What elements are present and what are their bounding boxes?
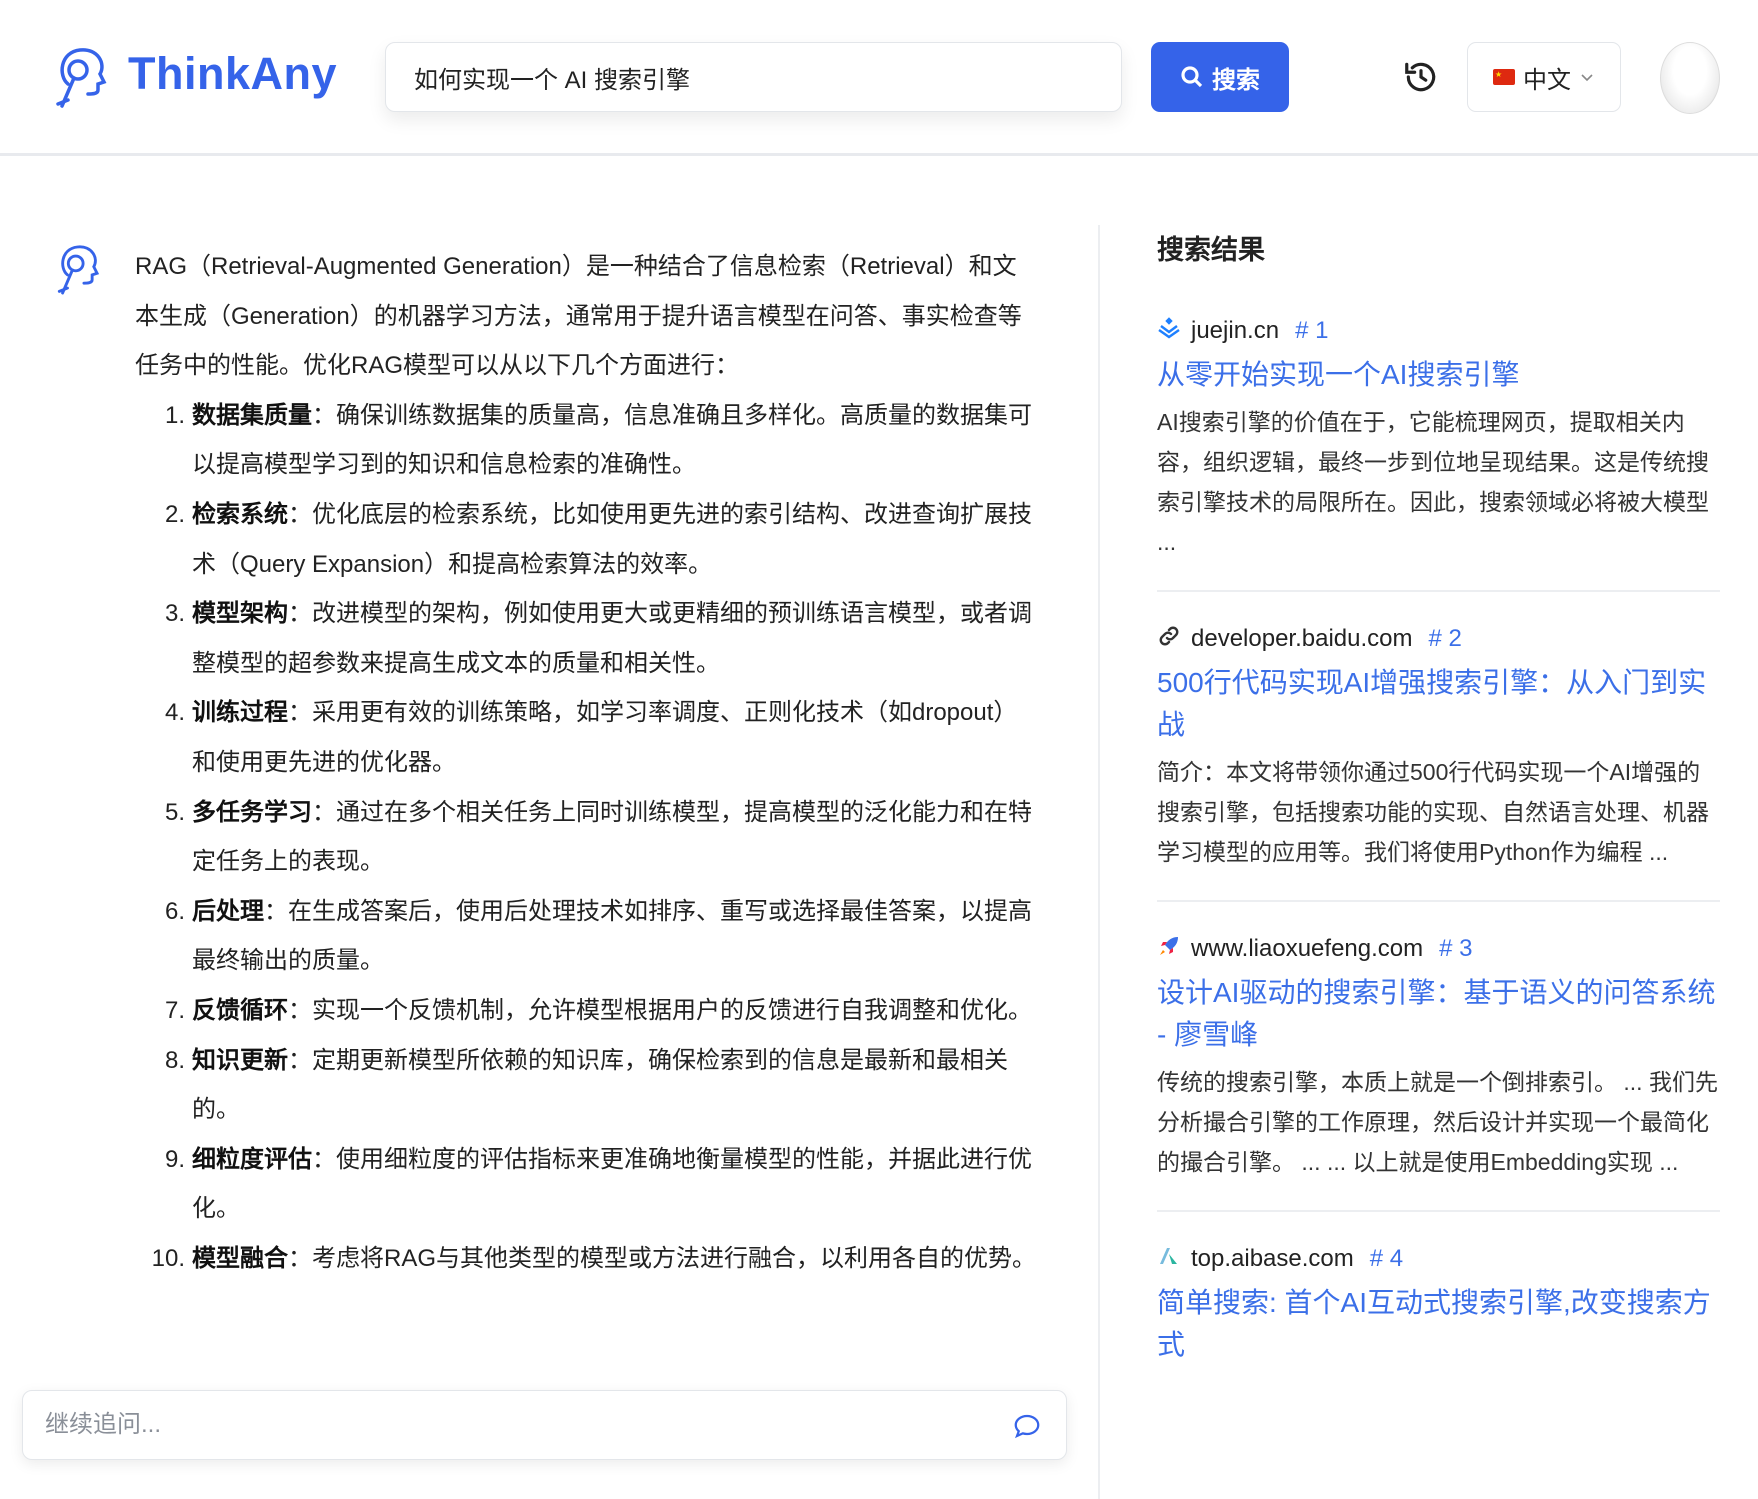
answer-list-item: 3. 模型架构：改进模型的架构，例如使用更大或更精细的预训练语言模型，或者调整模型… <box>135 589 1040 688</box>
result-snippet: 简介：本文将带领你通过500行代码实现一个AI增强的搜索引擎，包括搜索功能的实现… <box>1157 759 1709 865</box>
item-text: ：定期更新模型所依赖的知识库，确保检索到的信息是最新和最相关的。 <box>192 1046 1008 1124</box>
item-text: ：实现一个反馈机制，允许模型根据用户的反馈进行自我调整和优化。 <box>288 996 1032 1024</box>
result-domain[interactable]: www.liaoxuefeng.com <box>1191 935 1423 963</box>
answer-intro: RAG（Retrieval-Augmented Generation）是一种结合… <box>135 253 1022 380</box>
result-rank: # 4 <box>1369 1245 1404 1272</box>
assistant-avatar-icon <box>57 245 100 295</box>
top-header: ThinkAny 搜索 中文 <box>0 0 1758 156</box>
result-domain[interactable]: juejin.cn <box>1191 317 1279 345</box>
search-result-item: top.aibase.com # 4 简单搜索: 首个AI互动式搜索引擎,改变搜索方… <box>1157 1224 1720 1394</box>
thinkany-logo-icon[interactable] <box>54 44 110 112</box>
result-source: developer.baidu.com # 2 <box>1157 622 1720 656</box>
item-text: ：使用细粒度的评估指标来更准确地衡量模型的性能，并据此进行优化。 <box>192 1145 1032 1223</box>
search-button-label: 搜索 <box>1212 66 1260 94</box>
rocket-icon <box>1157 934 1181 965</box>
item-text: ：采用更有效的训练策略，如学习率调度、正则化技术（如dropout）和使用更先进… <box>192 699 1018 776</box>
search-results-panel: 搜索结果 juejin.cn # 1 从零开始实现一个AI搜索引擎 AI搜索引擎的价值… <box>1157 228 1720 1406</box>
language-label: 中文 <box>1523 66 1571 94</box>
item-number: 8. <box>164 1046 185 1074</box>
result-rank: # 2 <box>1428 625 1462 652</box>
item-number: 7. <box>164 996 185 1024</box>
answer-list-item: 1. 数据集质量：确保训练数据集的质量高，信息准确且多样化。高质量的数据集可以提高… <box>135 391 1040 490</box>
search-result-item: developer.baidu.com # 2 500行代码实现AI增强搜索引擎：从… <box>1157 604 1720 902</box>
item-title: 后处理 <box>192 897 264 925</box>
result-domain[interactable]: top.aibase.com <box>1191 1245 1354 1273</box>
item-text: ：通过在多个相关任务上同时训练模型，提高模型的泛化能力和在特定任务上的表现。 <box>192 798 1032 876</box>
item-number: 6. <box>164 897 185 925</box>
answer-list: 1. 数据集质量：确保训练数据集的质量高，信息准确且多样化。高质量的数据集可以提高… <box>135 391 1040 1284</box>
item-text: ：在生成答案后，使用后处理技术如排序、重写或选择最佳答案，以提高最终输出的质量。 <box>192 897 1032 975</box>
result-snippet: 传统的搜索引擎，本质上就是一个倒排索引。 ... 我们先分析撮合引擎的工作原理，… <box>1157 1069 1718 1175</box>
result-source: www.liaoxuefeng.com # 3 <box>1157 932 1720 966</box>
user-avatar[interactable] <box>1660 42 1720 114</box>
result-rank: # 1 <box>1295 317 1329 344</box>
item-title: 模型架构 <box>192 600 288 628</box>
result-source: juejin.cn # 1 <box>1157 314 1720 348</box>
item-title: 多任务学习 <box>192 798 312 826</box>
item-number: 3. <box>164 600 185 628</box>
item-number: 1. <box>164 401 185 429</box>
brand-name[interactable]: ThinkAny <box>128 48 337 100</box>
results-list: juejin.cn # 1 从零开始实现一个AI搜索引擎 AI搜索引擎的价值在于，它能… <box>1157 296 1720 1394</box>
search-result-item: juejin.cn # 1 从零开始实现一个AI搜索引擎 AI搜索引擎的价值在于，它能… <box>1157 296 1720 592</box>
chevron-down-icon <box>1581 74 1593 82</box>
answer-list-item: 4. 训练过程：采用更有效的训练策略，如学习率调度、正则化技术（如dropout）… <box>135 688 1040 787</box>
answer-content: RAG（Retrieval-Augmented Generation）是一种结合… <box>135 242 1040 1283</box>
followup-box <box>22 1390 1067 1460</box>
result-title-link[interactable]: 500行代码实现AI增强搜索引擎：从入门到实战 <box>1157 662 1720 746</box>
item-title: 训练过程 <box>192 699 288 727</box>
item-number: 2. <box>164 500 185 528</box>
item-number: 10. <box>151 1244 185 1272</box>
search-button[interactable]: 搜索 <box>1151 42 1289 112</box>
item-title: 模型融合 <box>192 1244 288 1272</box>
item-number: 5. <box>164 798 185 826</box>
result-title-link[interactable]: 简单搜索: 首个AI互动式搜索引擎,改变搜索方式 <box>1157 1282 1720 1366</box>
aibase-icon <box>1157 1244 1181 1275</box>
answer-list-item: 2. 检索系统：优化底层的检索系统，比如使用更先进的索引结构、改进查询扩展技术（Q… <box>135 490 1040 589</box>
result-snippet: AI搜索引擎的价值在于，它能梳理网页，提取相关内容，组织逻辑，最终一步到位地呈现… <box>1157 409 1709 555</box>
chat-bubble-icon[interactable] <box>1012 1411 1042 1441</box>
search-result-item: www.liaoxuefeng.com # 3 设计AI驱动的搜索引擎：基于语义的问… <box>1157 914 1720 1212</box>
china-flag-icon <box>1493 69 1515 85</box>
result-title-link[interactable]: 设计AI驱动的搜索引擎：基于语义的问答系统 - 廖雪峰 <box>1157 972 1720 1056</box>
item-title: 知识更新 <box>192 1046 288 1074</box>
item-title: 细粒度评估 <box>192 1145 312 1173</box>
column-divider <box>1098 225 1100 1499</box>
search-icon <box>1181 66 1203 88</box>
link-icon <box>1157 624 1181 655</box>
answer-list-item: 5. 多任务学习：通过在多个相关任务上同时训练模型，提高模型的泛化能力和在特定任务… <box>135 788 1040 887</box>
search-results-title: 搜索结果 <box>1157 235 1265 265</box>
search-input[interactable] <box>385 42 1122 112</box>
item-text: ：优化底层的检索系统，比如使用更先进的索引结构、改进查询扩展技术（Query E… <box>192 500 1032 578</box>
result-domain[interactable]: developer.baidu.com <box>1191 625 1412 653</box>
item-text: ：确保训练数据集的质量高，信息准确且多样化。高质量的数据集可以提高模型学习到的知… <box>192 401 1032 479</box>
answer-list-item: 6. 后处理：在生成答案后，使用后处理技术如排序、重写或选择最佳答案，以提高最终输… <box>135 887 1040 986</box>
item-text: ：考虑将RAG与其他类型的模型或方法进行融合，以利用各自的优势。 <box>288 1244 1037 1272</box>
followup-input[interactable] <box>23 1391 973 1459</box>
answer-list-item: 9. 细粒度评估：使用细粒度的评估指标来更准确地衡量模型的性能，并据此进行优化。 <box>135 1135 1040 1234</box>
result-source: top.aibase.com # 4 <box>1157 1242 1720 1276</box>
item-number: 4. <box>164 699 185 727</box>
history-icon[interactable] <box>1402 58 1440 96</box>
answer-list-item: 10. 模型融合：考虑将RAG与其他类型的模型或方法进行融合，以利用各自的优势。 <box>135 1234 1040 1284</box>
item-number: 9. <box>164 1145 185 1173</box>
item-title: 检索系统 <box>192 500 288 528</box>
item-title: 数据集质量 <box>192 401 312 429</box>
answer-list-item: 8. 知识更新：定期更新模型所依赖的知识库，确保检索到的信息是最新和最相关的。 <box>135 1036 1040 1135</box>
answer-list-item: 7. 反馈循环：实现一个反馈机制，允许模型根据用户的反馈进行自我调整和优化。 <box>135 986 1040 1036</box>
result-rank: # 3 <box>1439 935 1473 962</box>
juejin-icon <box>1157 316 1181 347</box>
item-text: ：改进模型的架构，例如使用更大或更精细的预训练语言模型，或者调整模型的超参数来提… <box>192 600 1032 677</box>
language-selector[interactable]: 中文 <box>1467 42 1621 112</box>
item-title: 反馈循环 <box>192 996 288 1024</box>
result-title-link[interactable]: 从零开始实现一个AI搜索引擎 <box>1157 354 1720 396</box>
